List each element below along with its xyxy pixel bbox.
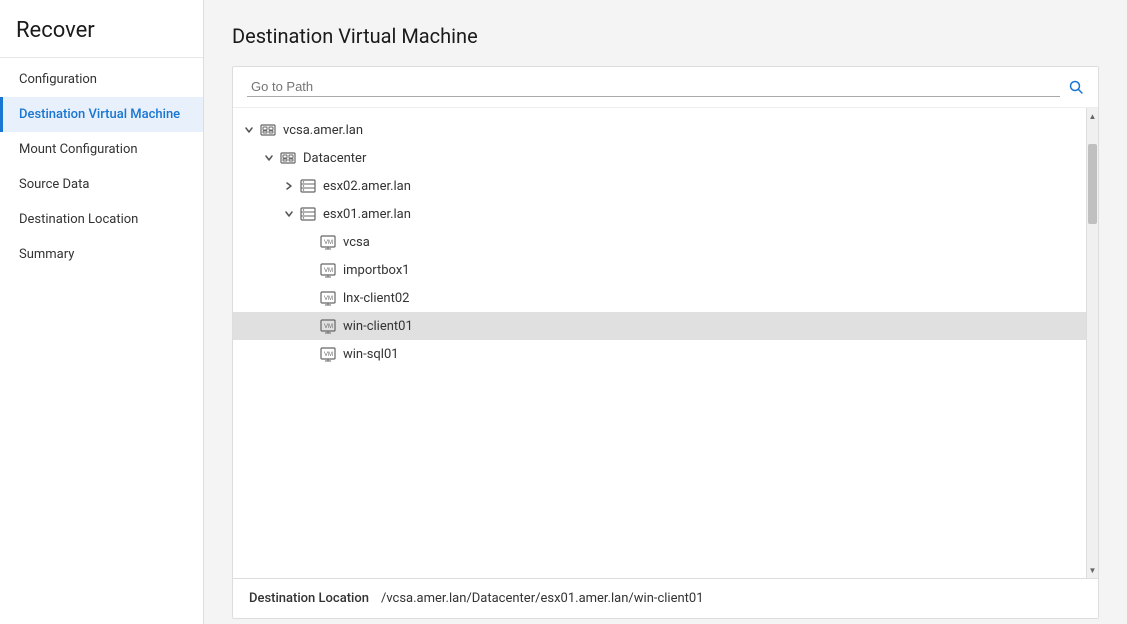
tree-node-win-client01[interactable]: VM win-client01 <box>233 312 1086 340</box>
search-icon[interactable] <box>1068 79 1084 95</box>
svg-text:VM: VM <box>324 268 333 274</box>
toggle-icon-vcsa-amer-lan[interactable] <box>241 122 257 138</box>
sidebar-item-summary[interactable]: Summary <box>0 237 203 272</box>
app-title: Recover <box>0 0 203 58</box>
destination-location-label: Destination Location <box>249 591 369 606</box>
host-icon <box>299 177 317 195</box>
node-label-lnx-client02: lnx-client02 <box>343 291 409 306</box>
node-label-esx01-amer-lan: esx01.amer.lan <box>323 207 411 222</box>
tree-panel: vcsa.amer.lan Datacenter esx02.amer.lan <box>232 66 1099 619</box>
sidebar-item-configuration[interactable]: Configuration <box>0 62 203 97</box>
scrollbar-track <box>1087 124 1098 562</box>
datacenter-icon <box>279 149 297 167</box>
tree-scroll-container: vcsa.amer.lan Datacenter esx02.amer.lan <box>233 108 1098 578</box>
search-row <box>233 67 1098 108</box>
node-label-datacenter: Datacenter <box>303 151 366 166</box>
sidebar-item-mount-configuration[interactable]: Mount Configuration <box>0 132 203 167</box>
sidebar-item-source-data[interactable]: Source Data <box>0 167 203 202</box>
tree-node-esx01-amer-lan[interactable]: esx01.amer.lan <box>233 200 1086 228</box>
vm-icon: VM <box>319 289 337 307</box>
toggle-icon-esx01-amer-lan[interactable] <box>281 206 297 222</box>
tree-content: vcsa.amer.lan Datacenter esx02.amer.lan <box>233 108 1086 578</box>
main-content: Destination Virtual Machine <box>204 0 1127 624</box>
svg-text:VM: VM <box>324 324 333 330</box>
vm-icon: VM <box>319 345 337 363</box>
node-label-win-sql01: win-sql01 <box>343 347 399 362</box>
page-title: Destination Virtual Machine <box>232 24 1099 48</box>
toggle-icon-datacenter[interactable] <box>261 150 277 166</box>
toggle-icon-importbox1 <box>301 262 317 278</box>
scroll-down-arrow[interactable]: ▼ <box>1087 562 1099 578</box>
node-label-vcsa: vcsa <box>343 235 370 250</box>
tree-node-datacenter[interactable]: Datacenter <box>233 144 1086 172</box>
vm-icon: VM <box>319 317 337 335</box>
toggle-icon-win-sql01 <box>301 346 317 362</box>
datacenter-icon <box>259 121 277 139</box>
sidebar-nav: ConfigurationDestination Virtual Machine… <box>0 58 203 624</box>
tree-node-win-sql01[interactable]: VM win-sql01 <box>233 340 1086 368</box>
tree-node-esx02-amer-lan[interactable]: esx02.amer.lan <box>233 172 1086 200</box>
host-icon <box>299 205 317 223</box>
toggle-icon-vcsa <box>301 234 317 250</box>
tree-node-vcsa[interactable]: VM vcsa <box>233 228 1086 256</box>
destination-location-bar: Destination Location /vcsa.amer.lan/Data… <box>233 578 1098 618</box>
node-label-win-client01: win-client01 <box>343 319 413 334</box>
scroll-up-arrow[interactable]: ▲ <box>1087 108 1099 124</box>
destination-location-value: /vcsa.amer.lan/Datacenter/esx01.amer.lan… <box>381 591 704 606</box>
node-label-importbox1: importbox1 <box>343 263 410 278</box>
sidebar: Recover ConfigurationDestination Virtual… <box>0 0 204 624</box>
node-label-vcsa-amer-lan: vcsa.amer.lan <box>283 123 363 138</box>
svg-text:VM: VM <box>324 296 333 302</box>
vm-icon: VM <box>319 233 337 251</box>
search-input[interactable] <box>247 77 1060 97</box>
toggle-icon-lnx-client02 <box>301 290 317 306</box>
svg-text:VM: VM <box>324 352 333 358</box>
tree-node-lnx-client02[interactable]: VM lnx-client02 <box>233 284 1086 312</box>
node-label-esx02-amer-lan: esx02.amer.lan <box>323 179 411 194</box>
toggle-icon-win-client01 <box>301 318 317 334</box>
sidebar-item-destination-vm[interactable]: Destination Virtual Machine <box>0 97 203 132</box>
vm-icon: VM <box>319 261 337 279</box>
tree-scrollbar: ▲ ▼ <box>1086 108 1098 578</box>
toggle-icon-esx02-amer-lan[interactable] <box>281 178 297 194</box>
tree-node-importbox1[interactable]: VM importbox1 <box>233 256 1086 284</box>
tree-node-vcsa-amer-lan[interactable]: vcsa.amer.lan <box>233 116 1086 144</box>
scrollbar-thumb[interactable] <box>1088 144 1097 224</box>
svg-text:VM: VM <box>324 240 333 246</box>
sidebar-item-destination-location[interactable]: Destination Location <box>0 202 203 237</box>
